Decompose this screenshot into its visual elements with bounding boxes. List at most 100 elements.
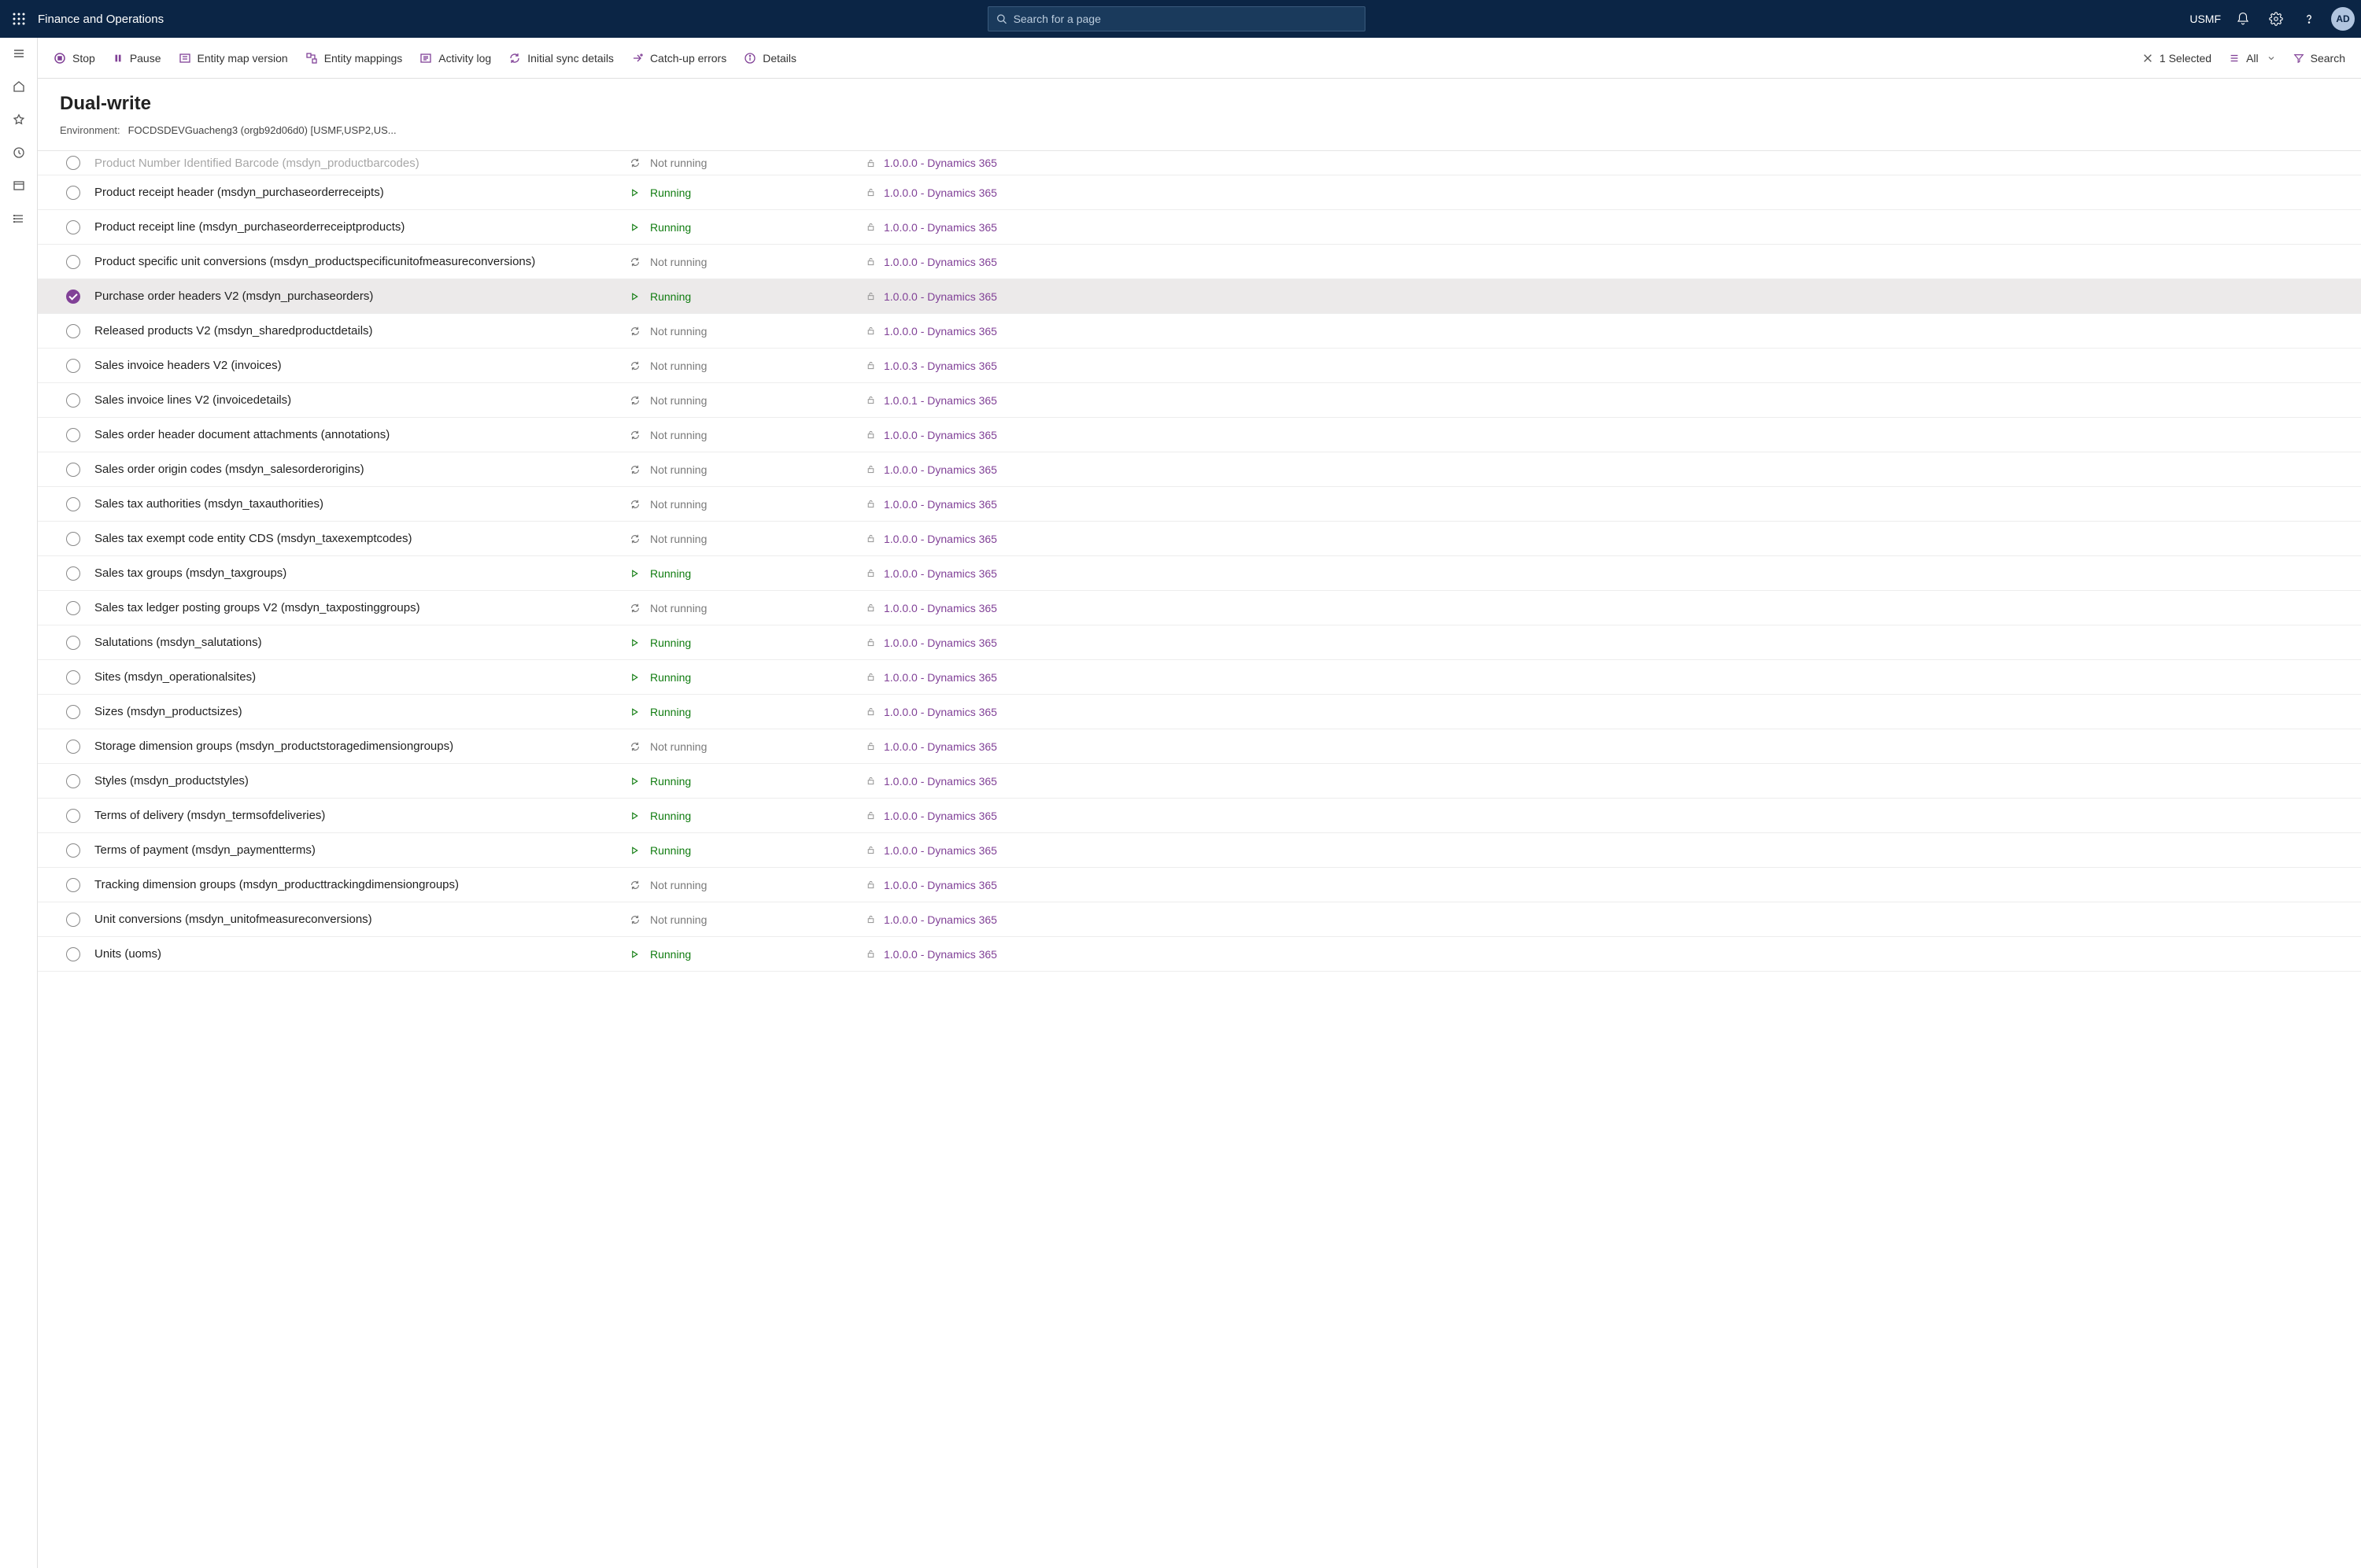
version-cell[interactable]: 1.0.0.0 - Dynamics 365 — [866, 844, 2361, 857]
pause-button[interactable]: Pause — [113, 52, 161, 65]
version-cell[interactable]: 1.0.0.0 - Dynamics 365 — [866, 879, 2361, 891]
row-select-checkbox[interactable] — [66, 774, 80, 788]
nav-home-icon[interactable] — [6, 77, 31, 96]
notifications-icon[interactable] — [2232, 8, 2254, 30]
version-cell[interactable]: 1.0.0.0 - Dynamics 365 — [866, 533, 2361, 545]
table-row[interactable]: Storage dimension groups (msdyn_products… — [38, 729, 2361, 764]
table-row[interactable]: Purchase order headers V2 (msdyn_purchas… — [38, 279, 2361, 314]
version-cell[interactable]: 1.0.0.0 - Dynamics 365 — [866, 671, 2361, 684]
table-row[interactable]: Sales tax ledger posting groups V2 (msdy… — [38, 591, 2361, 625]
app-launcher-icon[interactable] — [6, 6, 31, 31]
nav-favorites-icon[interactable] — [6, 110, 31, 129]
row-select-checkbox[interactable] — [66, 740, 80, 754]
version-cell[interactable]: 1.0.0.0 - Dynamics 365 — [866, 636, 2361, 649]
row-select-checkbox[interactable] — [66, 324, 80, 338]
row-select-checkbox[interactable] — [66, 186, 80, 200]
row-select-checkbox[interactable] — [66, 428, 80, 442]
version-cell[interactable]: 1.0.0.0 - Dynamics 365 — [866, 429, 2361, 441]
catchup-errors-button[interactable]: Catch-up errors — [631, 52, 726, 65]
table-row[interactable]: Units (uoms)Running1.0.0.0 - Dynamics 36… — [38, 937, 2361, 972]
row-select-checkbox[interactable] — [66, 497, 80, 511]
table-row[interactable]: Released products V2 (msdyn_sharedproduc… — [38, 314, 2361, 349]
search-button[interactable]: Search — [2293, 52, 2345, 65]
row-select-checkbox[interactable] — [66, 705, 80, 719]
version-cell[interactable]: 1.0.0.0 - Dynamics 365 — [866, 325, 2361, 338]
row-select-checkbox[interactable] — [66, 878, 80, 892]
table-row[interactable]: Sales tax authorities (msdyn_taxauthorit… — [38, 487, 2361, 522]
table-row[interactable]: Product receipt line (msdyn_purchaseorde… — [38, 210, 2361, 245]
table-row[interactable]: Terms of payment (msdyn_paymentterms)Run… — [38, 833, 2361, 868]
user-avatar[interactable]: AD — [2331, 7, 2355, 31]
help-icon[interactable] — [2298, 8, 2320, 30]
filter-all-button[interactable]: All — [2229, 52, 2276, 65]
version-cell[interactable]: 1.0.0.0 - Dynamics 365 — [866, 948, 2361, 961]
table-row[interactable]: Tracking dimension groups (msdyn_product… — [38, 868, 2361, 902]
table-row[interactable]: Product receipt header (msdyn_purchaseor… — [38, 175, 2361, 210]
row-select-checkbox[interactable] — [66, 601, 80, 615]
nav-workspaces-icon[interactable] — [6, 176, 31, 195]
version-cell[interactable]: 1.0.0.0 - Dynamics 365 — [866, 810, 2361, 822]
entity-mappings-button[interactable]: Entity mappings — [305, 52, 403, 65]
version-cell[interactable]: 1.0.0.0 - Dynamics 365 — [866, 498, 2361, 511]
version-cell[interactable]: 1.0.0.0 - Dynamics 365 — [866, 463, 2361, 476]
global-search-input[interactable] — [1014, 13, 1358, 25]
row-select-checkbox[interactable] — [66, 463, 80, 477]
row-select-checkbox[interactable] — [66, 670, 80, 684]
nav-recent-icon[interactable] — [6, 143, 31, 162]
initial-sync-button[interactable]: Initial sync details — [508, 52, 614, 65]
activity-log-button[interactable]: Activity log — [419, 52, 491, 65]
version-cell[interactable]: 1.0.0.1 - Dynamics 365 — [866, 394, 2361, 407]
row-select-checkbox[interactable] — [66, 220, 80, 234]
version-cell[interactable]: 1.0.0.0 - Dynamics 365 — [866, 775, 2361, 788]
table-row[interactable]: Sales invoice headers V2 (invoices)Not r… — [38, 349, 2361, 383]
row-select-checkbox[interactable] — [66, 532, 80, 546]
table-row[interactable]: Sales tax exempt code entity CDS (msdyn_… — [38, 522, 2361, 556]
nav-modules-icon[interactable] — [6, 209, 31, 228]
status-text: Not running — [650, 256, 707, 268]
table-row[interactable]: Styles (msdyn_productstyles)Running1.0.0… — [38, 764, 2361, 799]
table-row[interactable]: Sales order header document attachments … — [38, 418, 2361, 452]
row-select-checkbox[interactable] — [66, 947, 80, 961]
table-row[interactable]: Product Number Identified Barcode (msdyn… — [38, 151, 2361, 175]
row-select-checkbox[interactable] — [66, 636, 80, 650]
table-row[interactable]: Salutations (msdyn_salutations)Running1.… — [38, 625, 2361, 660]
row-select-checkbox[interactable] — [66, 156, 80, 170]
settings-icon[interactable] — [2265, 8, 2287, 30]
version-cell[interactable]: 1.0.0.0 - Dynamics 365 — [866, 602, 2361, 614]
stop-button[interactable]: Stop — [54, 52, 95, 65]
company-picker[interactable]: USMF — [2189, 13, 2221, 25]
row-select-checkbox[interactable] — [66, 566, 80, 581]
version-cell[interactable]: 1.0.0.0 - Dynamics 365 — [866, 290, 2361, 303]
version-cell[interactable]: 1.0.0.0 - Dynamics 365 — [866, 913, 2361, 926]
clear-selection-icon[interactable] — [2142, 53, 2153, 64]
table-row[interactable]: Sites (msdyn_operationalsites)Running1.0… — [38, 660, 2361, 695]
version-cell[interactable]: 1.0.0.0 - Dynamics 365 — [866, 157, 2361, 169]
entity-map-version-button[interactable]: Entity map version — [179, 52, 288, 65]
table-row[interactable]: Product specific unit conversions (msdyn… — [38, 245, 2361, 279]
table-row[interactable]: Sizes (msdyn_productsizes)Running1.0.0.0… — [38, 695, 2361, 729]
version-cell[interactable]: 1.0.0.0 - Dynamics 365 — [866, 567, 2361, 580]
version-cell[interactable]: 1.0.0.0 - Dynamics 365 — [866, 706, 2361, 718]
version-cell[interactable]: 1.0.0.0 - Dynamics 365 — [866, 186, 2361, 199]
version-cell[interactable]: 1.0.0.3 - Dynamics 365 — [866, 360, 2361, 372]
version-cell[interactable]: 1.0.0.0 - Dynamics 365 — [866, 221, 2361, 234]
details-button[interactable]: Details — [744, 52, 796, 65]
version-cell[interactable]: 1.0.0.0 - Dynamics 365 — [866, 740, 2361, 753]
table-row[interactable]: Unit conversions (msdyn_unitofmeasurecon… — [38, 902, 2361, 937]
row-select-checkbox[interactable] — [66, 359, 80, 373]
table-row[interactable]: Sales invoice lines V2 (invoicedetails)N… — [38, 383, 2361, 418]
global-search[interactable] — [988, 6, 1365, 31]
row-select-checkbox[interactable] — [66, 843, 80, 858]
table-row[interactable]: Sales tax groups (msdyn_taxgroups)Runnin… — [38, 556, 2361, 591]
table-row[interactable]: Terms of delivery (msdyn_termsofdeliveri… — [38, 799, 2361, 833]
version-cell[interactable]: 1.0.0.0 - Dynamics 365 — [866, 256, 2361, 268]
table-row[interactable]: Sales order origin codes (msdyn_salesord… — [38, 452, 2361, 487]
row-select-checkbox[interactable] — [66, 290, 80, 304]
row-select-checkbox[interactable] — [66, 913, 80, 927]
row-select-checkbox[interactable] — [66, 393, 80, 408]
selection-count[interactable]: 1 Selected — [2142, 52, 2211, 65]
entity-map-list[interactable]: Product Number Identified Barcode (msdyn… — [38, 150, 2361, 1568]
row-select-checkbox[interactable] — [66, 809, 80, 823]
nav-hamburger-icon[interactable] — [6, 44, 31, 63]
row-select-checkbox[interactable] — [66, 255, 80, 269]
